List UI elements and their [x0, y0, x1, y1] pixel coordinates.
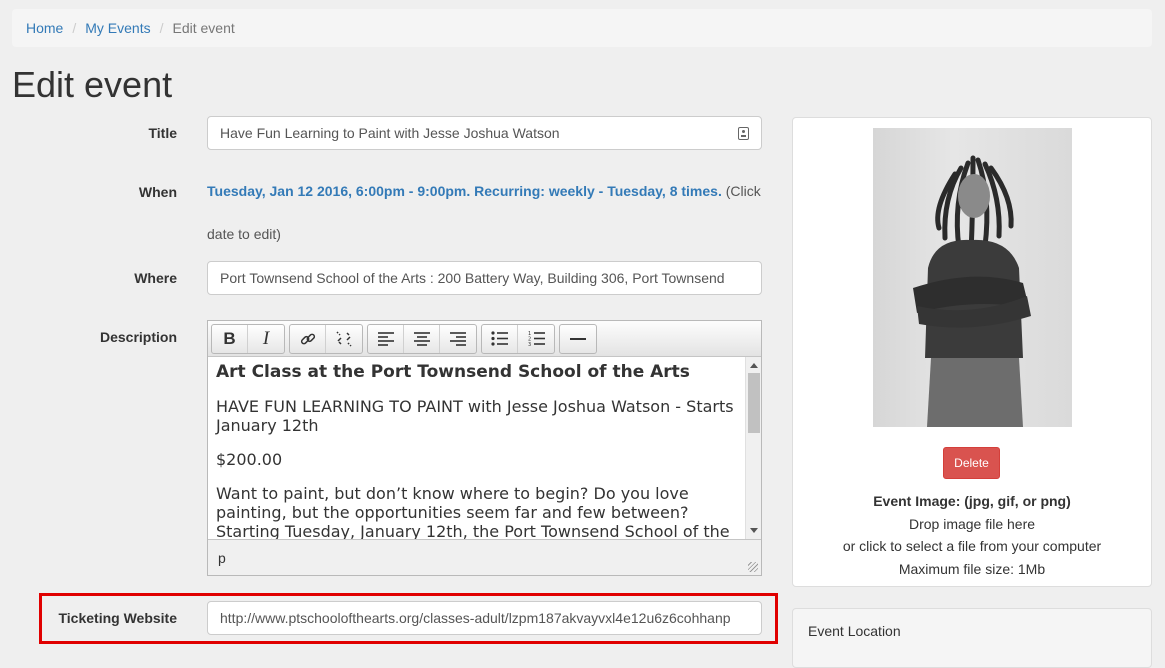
- content-paragraph: HAVE FUN LEARNING TO PAINT with Jesse Jo…: [216, 397, 734, 435]
- align-right-icon[interactable]: [440, 325, 476, 353]
- numbered-list-icon[interactable]: 123: [518, 325, 554, 353]
- editor-toolbar: B I 123: [208, 321, 761, 357]
- title-input[interactable]: Have Fun Learning to Paint with Jesse Jo…: [207, 116, 762, 150]
- when-value: Tuesday, Jan 12 2016, 6:00pm - 9:00pm. R…: [207, 170, 762, 256]
- svg-text:3: 3: [528, 342, 531, 346]
- where-input-value: Port Townsend School of the Arts : 200 B…: [220, 270, 725, 286]
- align-left-icon[interactable]: [368, 324, 404, 353]
- delete-image-button[interactable]: Delete: [943, 447, 1000, 479]
- breadcrumb-separator: /: [72, 20, 77, 36]
- ticketing-website-input[interactable]: http://www.ptschoolofthearts.org/classes…: [207, 601, 762, 635]
- list-group: 123: [481, 323, 555, 354]
- breadcrumb-my-events-link[interactable]: My Events: [85, 20, 150, 36]
- contact-card-icon: [738, 126, 749, 140]
- event-location-title: Event Location: [808, 623, 901, 639]
- format-group: B I: [211, 323, 285, 354]
- where-input[interactable]: Port Townsend School of the Arts : 200 B…: [207, 261, 762, 295]
- description-label: Description: [99, 329, 177, 345]
- scroll-up-arrow-icon[interactable]: [750, 363, 758, 368]
- when-date-link[interactable]: Tuesday, Jan 12 2016, 6:00pm - 9:00pm. R…: [207, 183, 722, 199]
- title-label: Title: [148, 125, 177, 141]
- italic-button[interactable]: I: [248, 325, 284, 353]
- ticketing-website-value: http://www.ptschoolofthearts.org/classes…: [220, 610, 731, 626]
- link-icon[interactable]: [290, 324, 326, 353]
- hr-group: [559, 323, 597, 354]
- bullet-list-icon[interactable]: [482, 324, 518, 353]
- breadcrumb: Home / My Events / Edit event: [12, 9, 1152, 47]
- image-upload-info: Event Image: (jpg, gif, or png) Drop ima…: [793, 490, 1151, 580]
- resize-grip-icon[interactable]: [748, 562, 758, 572]
- content-heading: Art Class at the Port Townsend School of…: [216, 362, 690, 382]
- breadcrumb-separator: /: [159, 20, 164, 36]
- click-hint: or click to select a file from your comp…: [842, 538, 1102, 554]
- title-input-value: Have Fun Learning to Paint with Jesse Jo…: [220, 125, 560, 141]
- editor-statusbar: p: [208, 539, 761, 575]
- align-group: [367, 323, 477, 354]
- unlink-icon[interactable]: [326, 325, 362, 353]
- ticketing-label: Ticketing Website: [58, 610, 177, 626]
- breadcrumb-current: Edit event: [172, 20, 235, 36]
- drop-hint: Drop image file here: [908, 515, 1036, 532]
- page-title: Edit event: [12, 64, 173, 105]
- image-info-title: Event Image: (jpg, gif, or png): [873, 493, 1071, 509]
- event-image-photo: [873, 128, 1072, 427]
- max-size-hint: Maximum file size: 1Mb: [898, 560, 1046, 577]
- scrollbar-thumb[interactable]: [748, 373, 760, 433]
- horizontal-rule-icon[interactable]: [560, 325, 596, 353]
- element-path[interactable]: p: [218, 550, 226, 566]
- content-paragraph: Want to paint, but don’t know where to b…: [216, 484, 730, 539]
- bold-button[interactable]: B: [212, 324, 248, 353]
- when-label: When: [138, 184, 177, 200]
- link-group: [289, 323, 363, 354]
- event-location-panel: Event Location: [792, 608, 1152, 668]
- event-image-panel[interactable]: Delete Event Image: (jpg, gif, or png) D…: [792, 117, 1152, 587]
- description-editor: B I 123 Art Class at the Port Townsend S…: [207, 320, 762, 576]
- content-price: $200.00: [216, 450, 283, 469]
- scroll-down-arrow-icon[interactable]: [750, 528, 758, 533]
- editor-scrollbar[interactable]: [745, 357, 761, 539]
- align-center-icon[interactable]: [404, 324, 440, 353]
- editor-content[interactable]: Art Class at the Port Townsend School of…: [208, 357, 745, 539]
- breadcrumb-home-link[interactable]: Home: [26, 20, 63, 36]
- where-label: Where: [134, 270, 177, 286]
